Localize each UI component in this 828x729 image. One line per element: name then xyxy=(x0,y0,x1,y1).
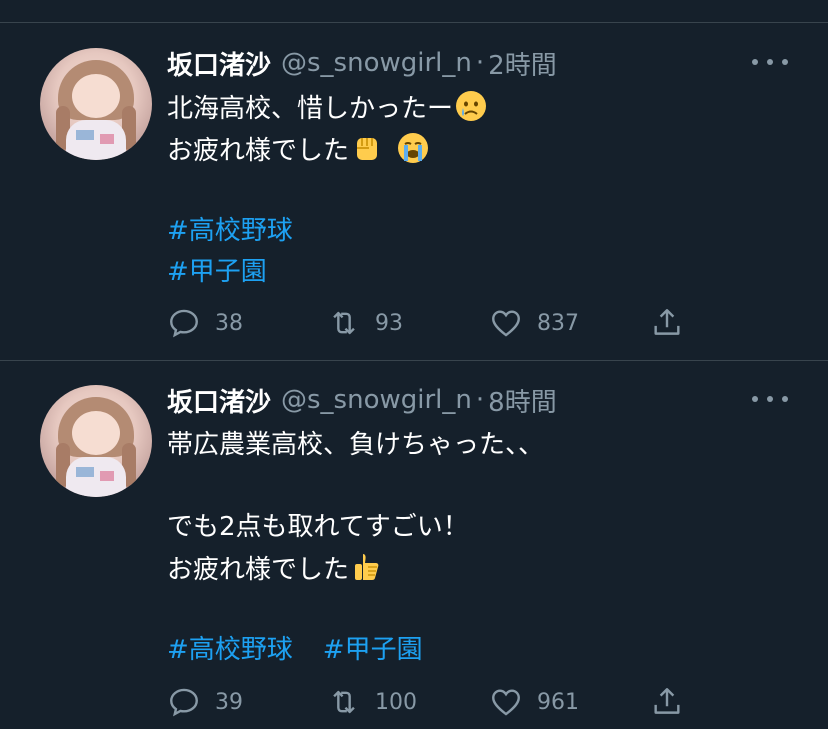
like-button[interactable]: 837 xyxy=(489,306,579,340)
top-bar xyxy=(0,0,828,23)
tweet-text-line: お疲れ様でした xyxy=(167,551,383,587)
reply-icon xyxy=(170,309,198,338)
crying-face-emoji xyxy=(456,91,487,121)
hashtag-link[interactable]: #高校野球 xyxy=(167,214,293,248)
user-handle[interactable]: @s_snowgirl_n xyxy=(281,48,472,78)
retweet-icon xyxy=(333,311,355,335)
tweet-text-line: でも2点も取れてすごい！ xyxy=(167,512,469,542)
dot-icon xyxy=(752,396,758,402)
separator: · xyxy=(475,48,485,78)
dot-icon xyxy=(767,59,773,65)
retweet-icon xyxy=(333,690,355,714)
dot-icon xyxy=(767,396,773,402)
like-button[interactable]: 961 xyxy=(489,685,579,719)
tweet-text-line: 帯広農業高校、負けちゃった、、 xyxy=(167,430,545,460)
heart-icon xyxy=(492,689,520,716)
tweet-header: 坂口渚沙 @s_snowgirl_n · 2時間 xyxy=(167,45,557,82)
reply-icon xyxy=(170,688,198,717)
retweet-count: 93 xyxy=(375,310,403,336)
share-icon xyxy=(654,309,680,335)
avatar[interactable] xyxy=(40,385,152,497)
raised-fist-emoji xyxy=(357,138,378,160)
hashtag-link[interactable]: #高校野球 xyxy=(167,635,293,665)
hashtag-link[interactable]: #甲子園 xyxy=(167,255,267,289)
like-count: 837 xyxy=(537,310,579,336)
hashtag-link[interactable]: #甲子園 xyxy=(323,635,423,665)
reply-count: 39 xyxy=(215,689,243,715)
display-name[interactable]: 坂口渚沙 xyxy=(167,45,271,82)
tweet-text-line: 北海高校、惜しかったー xyxy=(167,90,487,126)
reply-count: 38 xyxy=(215,310,243,336)
timestamp[interactable]: 8時間 xyxy=(488,382,557,419)
more-options-button[interactable] xyxy=(752,387,788,411)
reply-button[interactable]: 39 xyxy=(167,685,243,719)
retweet-count: 100 xyxy=(375,689,417,715)
display-name[interactable]: 坂口渚沙 xyxy=(167,382,271,419)
more-options-button[interactable] xyxy=(752,50,788,74)
user-handle[interactable]: @s_snowgirl_n xyxy=(281,385,472,415)
retweet-button[interactable]: 93 xyxy=(327,306,403,340)
like-count: 961 xyxy=(537,689,579,715)
dot-icon xyxy=(782,396,788,402)
hashtags-line: #高校野球 #甲子園 xyxy=(167,633,423,667)
reply-button[interactable]: 38 xyxy=(167,306,243,340)
share-button[interactable] xyxy=(650,306,684,340)
avatar[interactable] xyxy=(40,48,152,160)
loudly-crying-face-emoji xyxy=(398,133,429,163)
separator: · xyxy=(475,385,485,415)
timestamp[interactable]: 2時間 xyxy=(488,45,557,82)
dot-icon xyxy=(752,59,758,65)
tweet-header: 坂口渚沙 @s_snowgirl_n · 8時間 xyxy=(167,382,557,419)
tweet-text-line: お疲れ様でした xyxy=(167,132,429,168)
dot-icon xyxy=(782,59,788,65)
share-icon xyxy=(654,688,680,714)
heart-icon xyxy=(492,310,520,337)
retweet-button[interactable]: 100 xyxy=(327,685,417,719)
thumbs-up-emoji xyxy=(355,554,379,580)
share-button[interactable] xyxy=(650,685,684,719)
divider xyxy=(0,360,828,361)
